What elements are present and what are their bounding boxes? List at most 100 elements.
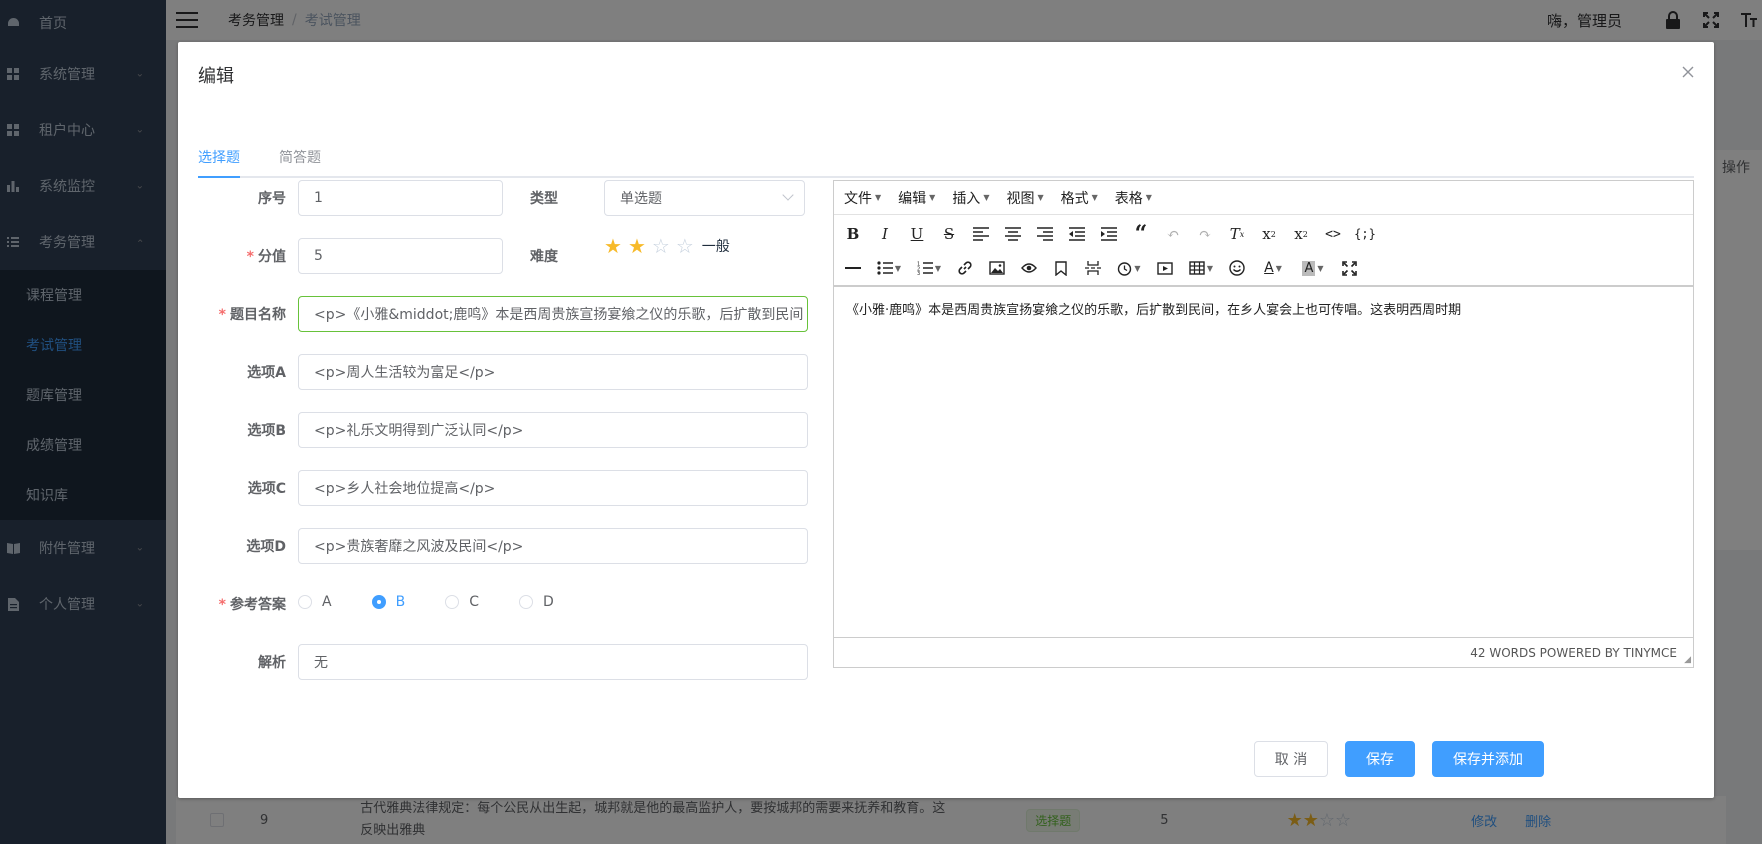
background-color-icon[interactable]: A ▼ [1298,257,1328,279]
answer-label: * 参考答案 [218,597,286,613]
table-icon[interactable]: ▼ [1186,257,1216,279]
caret-down-icon: ▼ [983,193,990,202]
resize-handle-icon[interactable]: ◢ [1684,655,1691,665]
answer-radio-a[interactable]: A [298,594,332,610]
type-select[interactable]: 单选题 [604,180,805,216]
rich-text-editor: 文件 ▼ 编辑 ▼ 插入 ▼ 视图 ▼ 格式 ▼ 表格 ▼ B I U S “ ↶ ↷ Tx… [833,180,1694,668]
caret-down-icon: ▼ [1037,193,1044,202]
fullscreen-icon[interactable] [1338,257,1360,279]
media-icon[interactable] [1154,257,1176,279]
option-a-label: 选项A [247,365,286,381]
undo-icon[interactable]: ↶ [1162,223,1184,245]
radio-label: A [322,594,332,610]
type-label: 类型 [530,191,558,207]
editor-menu-edit[interactable]: 编辑 ▼ [898,188,935,208]
question-type-tabs: 选择题 简答题 [198,138,1694,178]
tab-short-answer[interactable]: 简答题 [279,138,321,178]
option-b-label: 选项B [247,423,286,439]
radio-circle[interactable] [298,595,312,609]
save-button[interactable]: 保存 [1345,741,1415,777]
editor-menu-insert[interactable]: 插入 ▼ [952,188,989,208]
underline-icon[interactable]: U [906,223,928,245]
indent-icon[interactable] [1098,223,1120,245]
horizontal-rule-icon[interactable] [842,257,864,279]
page-break-icon[interactable] [1082,257,1104,279]
bullet-list-icon[interactable]: ▼ [874,257,904,279]
strikethrough-icon[interactable]: S [938,223,960,245]
emoji-icon[interactable] [1226,257,1248,279]
editor-menubar: 文件 ▼ 编辑 ▼ 插入 ▼ 视图 ▼ 格式 ▼ 表格 ▼ [834,181,1693,215]
editor-content[interactable]: 《小雅·鹿鸣》本是西周贵族宣扬宴飨之仪的乐歌，后扩散到民间，在乡人宴会上也可传唱… [834,285,1693,637]
chevron-down-icon [782,189,794,201]
answer-radio-c[interactable]: C [445,594,479,610]
difficulty-rate[interactable]: ★ ★ ☆ ☆ 一般 [604,236,730,256]
text-color-icon[interactable]: A ▼ [1258,257,1288,279]
option-d-input[interactable]: <p>贵族奢靡之风波及民间</p> [298,528,808,564]
title-label: * 题目名称 [218,307,286,323]
analysis-label: 解析 [258,655,286,671]
italic-icon[interactable]: I [874,223,896,245]
caret-down-icon: ▼ [929,193,936,202]
analysis-input[interactable]: 无 [298,644,808,680]
option-c-label: 选项C [247,481,286,497]
preview-icon[interactable] [1018,257,1040,279]
radio-label: B [395,594,406,610]
score-input[interactable]: 5 [298,238,503,274]
title-input[interactable]: <p>《小雅&middot;鹿鸣》本是西周贵族宣扬宴飨之仪的乐歌，后扩散到民间 [298,296,808,332]
tab-choice[interactable]: 选择题 [198,138,240,178]
code-icon[interactable]: <> [1322,223,1344,245]
score-label-text: 分值 [258,249,286,265]
caret-down-icon: ▼ [1145,193,1152,202]
radio-circle[interactable] [518,595,533,609]
radio-label: C [469,594,479,610]
align-right-icon[interactable] [1034,223,1056,245]
link-icon[interactable] [954,257,976,279]
option-c-input[interactable]: <p>乡人社会地位提高</p> [298,470,808,506]
difficulty-label: 难度 [530,249,558,265]
star-empty-icon[interactable]: ☆ [652,236,670,256]
bold-icon[interactable]: B [842,223,864,245]
align-center-icon[interactable] [1002,223,1024,245]
option-b-input[interactable]: <p>礼乐文明得到广泛认同</p> [298,412,808,448]
radio-circle[interactable] [445,595,460,609]
redo-icon[interactable]: ↷ [1194,223,1216,245]
editor-menu-file[interactable]: 文件 ▼ [844,188,881,208]
numbered-list-icon[interactable]: 1 2 3 ▼ [914,257,944,279]
caret-down-icon: ▼ [875,193,882,202]
editor-statusbar: 42 WORDS POWERED BY TINYMCE ◢ [834,637,1693,667]
editor-word-count: 42 WORDS POWERED BY TINYMCE [1470,645,1677,660]
align-left-icon[interactable] [970,223,992,245]
image-icon[interactable] [986,257,1008,279]
subscript-icon[interactable]: x2 [1258,223,1280,245]
editor-menu-view[interactable]: 视图 ▼ [1006,188,1043,208]
svg-text:3: 3 [917,271,920,275]
radio-label: D [542,594,554,610]
menu-label: 插入 [952,190,981,207]
editor-menu-format[interactable]: 格式 ▼ [1061,188,1098,208]
star-filled-icon[interactable]: ★ [628,236,646,256]
answer-radio-d[interactable]: D [518,594,554,610]
outdent-icon[interactable] [1066,223,1088,245]
bookmark-icon[interactable] [1050,257,1072,279]
clear-format-icon[interactable]: Tx [1226,223,1248,245]
type-select-value: 单选题 [620,191,662,207]
blockquote-icon[interactable]: “ [1130,221,1152,247]
save-and-add-button[interactable]: 保存并添加 [1432,741,1544,777]
star-filled-icon[interactable]: ★ [604,236,622,256]
option-a-input[interactable]: <p>周人生活较为富足</p> [298,354,808,390]
index-input[interactable]: 1 [298,180,503,216]
menu-label: 编辑 [898,190,927,207]
menu-label: 表格 [1114,190,1143,207]
answer-radio-group: A B C D [298,594,584,610]
editor-menu-table[interactable]: 表格 ▼ [1115,188,1152,208]
cancel-button[interactable]: 取 消 [1254,741,1328,777]
close-icon[interactable] [1682,62,1694,83]
dialog-title: 编辑 [198,66,234,87]
code-sample-icon[interactable]: {;} [1354,223,1376,245]
star-empty-icon[interactable]: ☆ [676,236,694,256]
radio-circle[interactable] [371,595,386,609]
superscript-icon[interactable]: x2 [1290,223,1312,245]
answer-radio-b[interactable]: B [371,594,406,610]
clock-icon[interactable]: ▼ [1114,257,1144,279]
tab-active-bar [198,176,240,178]
